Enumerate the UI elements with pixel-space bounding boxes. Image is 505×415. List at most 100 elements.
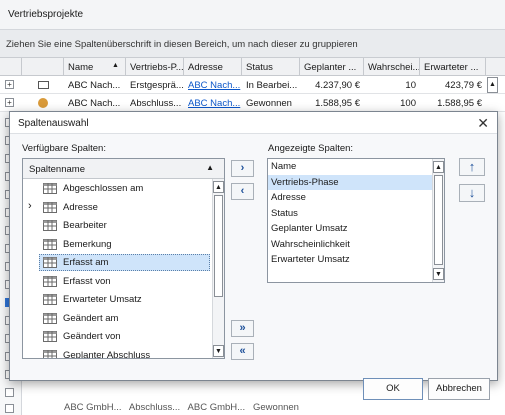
cell-adresse-link[interactable]: ABC Nach... [184, 76, 242, 94]
header-wahrscheinlichkeit[interactable]: Wahrschei... [364, 58, 420, 76]
table-icon [43, 331, 57, 342]
table-icon [43, 238, 57, 250]
ok-button[interactable]: OK [363, 378, 423, 400]
cell-adresse-link[interactable]: ABC Nach... [184, 94, 242, 112]
scroll-up-icon[interactable]: ▲ [433, 161, 444, 173]
cell-status: In Bearbei... [246, 80, 298, 91]
dialog-title: Spaltenauswahl [18, 118, 89, 129]
table-row[interactable]: + ABC Nach... Erstgesprä... ABC Nach... … [0, 76, 505, 94]
list-item[interactable]: Geändert am [23, 309, 212, 328]
list-item[interactable]: Name [268, 159, 432, 174]
chevron-right-icon[interactable]: › [28, 200, 32, 212]
list-item[interactable]: Vertriebs-Phase [268, 174, 432, 190]
cancel-button[interactable]: Abbrechen [428, 378, 490, 400]
list-item[interactable]: Erwarteter Umsatz [23, 290, 212, 309]
add-column-button[interactable]: › [231, 160, 254, 177]
header-geplanter-umsatz[interactable]: Geplanter ... [300, 58, 364, 76]
expand-row-icon[interactable]: + [5, 98, 14, 107]
table-icon [43, 312, 57, 324]
list-item[interactable]: Bearbeiter [23, 216, 212, 235]
table-icon [43, 294, 57, 305]
list-item-label: Erfasst von [63, 275, 111, 287]
header-name[interactable]: Name ▲ [64, 58, 126, 76]
table-icon [43, 275, 57, 287]
list-item-label: Geändert am [63, 312, 119, 324]
remove-column-button[interactable]: ‹ [231, 183, 254, 200]
table-icon [43, 257, 57, 268]
move-down-button[interactable]: ↓ [459, 184, 485, 202]
cell-geplant: 4.237,90 € [315, 80, 360, 91]
header-adresse[interactable]: Adresse [184, 58, 242, 76]
table-icon [43, 183, 57, 194]
list-item-label: Geplanter Abschluss [63, 349, 151, 359]
scroll-down-icon[interactable]: ▼ [433, 268, 444, 280]
dialog-titlebar: Spaltenauswahl ✕ [10, 112, 497, 134]
cell-phase: Erstgesprä... [130, 80, 184, 91]
scroll-thumb[interactable] [214, 195, 223, 297]
cell-name: ABC Nach... [68, 98, 121, 109]
cell-status: Gewonnen [246, 98, 292, 109]
expand-row-icon[interactable]: + [5, 80, 14, 89]
available-list-body: Abgeschlossen am › Adresse Bearbeiter Bemerk… [23, 179, 212, 359]
cell-wahrscheinlichkeit: 10 [405, 80, 416, 91]
grid-header: Name ▲ Vertriebs-P... Adresse Status Gep… [0, 58, 505, 76]
list-item-label: Geändert von [63, 331, 121, 342]
won-status-icon [38, 98, 48, 108]
list-item-label: Erfasst am [63, 257, 109, 268]
list-item-label: Erwarteter Umsatz [63, 294, 142, 305]
list-item[interactable]: Abgeschlossen am [23, 179, 212, 198]
list-item[interactable]: Geändert von [23, 327, 212, 346]
column-chooser-dialog: Spaltenauswahl ✕ Verfügbare Spalten: Ang… [9, 111, 498, 400]
list-item[interactable]: Erfasst am [23, 253, 212, 272]
expand-row-icon[interactable] [5, 404, 14, 413]
cell-geplant: 1.588,95 € [315, 98, 360, 109]
table-icon [43, 220, 57, 231]
cell-name: ABC Nach... [68, 80, 121, 91]
displayed-columns-label: Angezeigte Spalten: [268, 143, 354, 154]
available-columns-list[interactable]: Spaltenname ▲ Abgeschlossen am › Adresse Be… [22, 158, 225, 359]
table-icon [43, 349, 57, 358]
table-row[interactable]: + ABC Nach... Abschluss... ABC Nach... G… [0, 94, 505, 112]
available-list-header[interactable]: Spaltenname ▲ [23, 159, 224, 179]
grid-scroll-up-icon[interactable]: ▲ [487, 77, 498, 93]
group-by-area[interactable]: Ziehen Sie eine Spaltenüberschrift in di… [0, 30, 505, 58]
available-header-label: Spaltenname [29, 164, 85, 175]
header-erwarteter-umsatz[interactable]: Erwarteter ... [420, 58, 486, 76]
scroll-up-icon[interactable]: ▲ [213, 181, 224, 193]
header-vertriebsphase[interactable]: Vertriebs-P... [126, 58, 184, 76]
list-item[interactable]: Status [268, 206, 432, 221]
header-expander-col [0, 58, 22, 76]
available-list-scrollbar[interactable]: ▲ ▼ [212, 179, 224, 358]
list-item[interactable]: › Adresse [23, 198, 212, 217]
list-item[interactable]: Wahrscheinlichkeit [268, 237, 432, 252]
list-item[interactable]: Geplanter Umsatz [268, 221, 432, 236]
sort-ascending-icon: ▲ [112, 62, 119, 69]
displayed-list-scrollbar[interactable]: ▲ ▼ [432, 159, 444, 282]
close-icon[interactable]: ✕ [477, 115, 489, 132]
list-item[interactable]: Erfasst von [23, 272, 212, 291]
displayed-columns-list[interactable]: Name Vertriebs-Phase Adresse Status Geplante… [267, 158, 445, 283]
available-columns-label: Verfügbare Spalten: [22, 143, 106, 154]
list-item[interactable]: Geplanter Abschluss [23, 346, 212, 359]
arrow-up-icon: ↑ [468, 159, 476, 174]
arrow-down-icon: ↓ [468, 185, 476, 200]
list-item[interactable]: Erwarteter Umsatz [268, 252, 432, 267]
expand-row-icon[interactable] [5, 388, 14, 397]
partial-row-text: ABC GmbH... Abschluss... ABC GmbH... Gew… [64, 402, 299, 413]
list-item[interactable]: Adresse [268, 190, 432, 205]
header-name-label: Name [68, 62, 94, 73]
cell-phase: Abschluss... [130, 98, 182, 109]
table-icon [43, 201, 57, 213]
header-status[interactable]: Status [242, 58, 300, 76]
document-icon [38, 81, 49, 89]
list-item-label: Bemerkung [63, 238, 112, 250]
cell-wahrscheinlichkeit: 100 [400, 98, 416, 109]
scroll-thumb[interactable] [434, 175, 443, 265]
add-all-columns-button[interactable]: » [231, 320, 254, 337]
cell-erwartet: 423,79 € [445, 80, 482, 91]
list-item-label: Adresse [63, 201, 98, 213]
scroll-down-icon[interactable]: ▼ [213, 345, 224, 357]
remove-all-columns-button[interactable]: « [231, 343, 254, 360]
move-up-button[interactable]: ↑ [459, 158, 485, 176]
list-item[interactable]: Bemerkung [23, 235, 212, 254]
